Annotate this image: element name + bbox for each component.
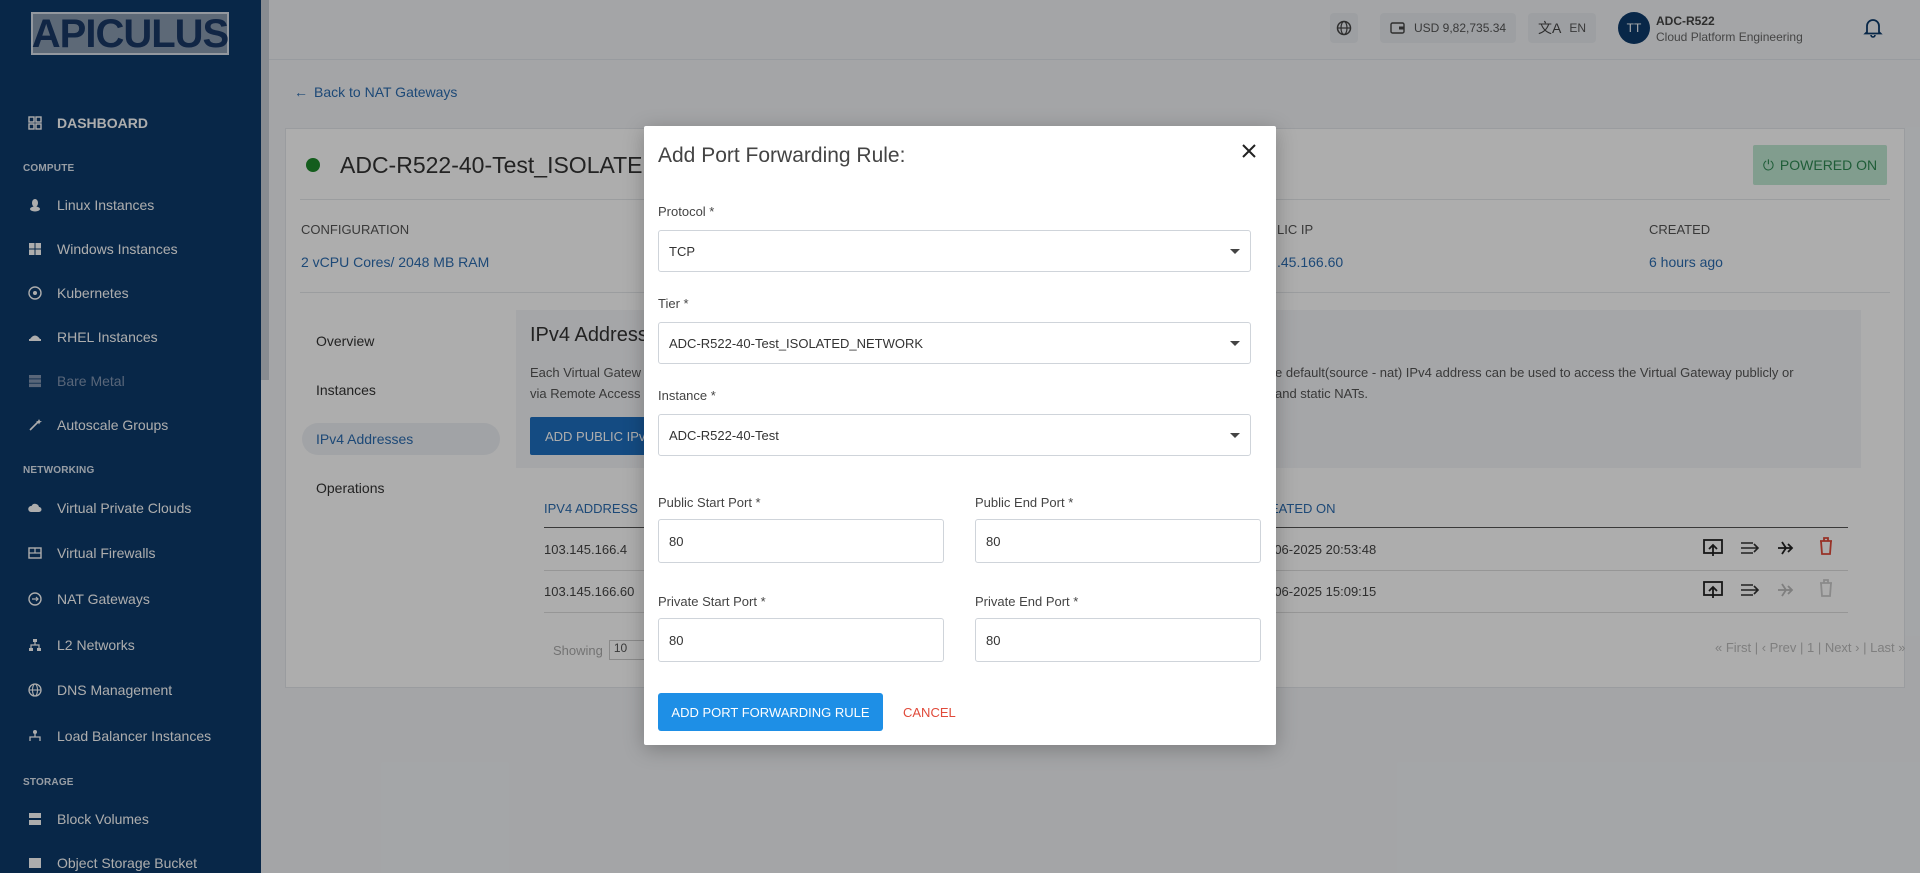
public-start-port-label: Public Start Port * xyxy=(658,495,761,510)
instance-label: Instance * xyxy=(658,388,716,403)
dialog-title: Add Port Forwarding Rule: xyxy=(658,144,906,167)
tier-select[interactable]: ADC-R522-40-Test_ISOLATED_NETWORK xyxy=(658,322,1251,364)
instance-select[interactable]: ADC-R522-40-Test xyxy=(658,414,1251,456)
private-start-port-input[interactable] xyxy=(658,618,944,662)
add-port-forwarding-rule-button[interactable]: ADD PORT FORWARDING RULE xyxy=(658,693,883,731)
private-start-port-label: Private Start Port * xyxy=(658,594,766,609)
public-end-port-label: Public End Port * xyxy=(975,495,1074,510)
private-end-port-input[interactable] xyxy=(975,618,1261,662)
chevron-down-icon xyxy=(1230,249,1240,254)
close-icon[interactable] xyxy=(1238,140,1260,162)
add-port-forwarding-dialog: Add Port Forwarding Rule: Protocol * TCP… xyxy=(644,126,1276,745)
chevron-down-icon xyxy=(1230,341,1240,346)
cancel-button[interactable]: CANCEL xyxy=(897,693,962,731)
chevron-down-icon xyxy=(1230,433,1240,438)
public-end-port-input[interactable] xyxy=(975,519,1261,563)
protocol-select[interactable]: TCP xyxy=(658,230,1251,272)
private-end-port-label: Private End Port * xyxy=(975,594,1079,609)
protocol-label: Protocol * xyxy=(658,204,715,219)
tier-label: Tier * xyxy=(658,296,689,311)
public-start-port-input[interactable] xyxy=(658,519,944,563)
